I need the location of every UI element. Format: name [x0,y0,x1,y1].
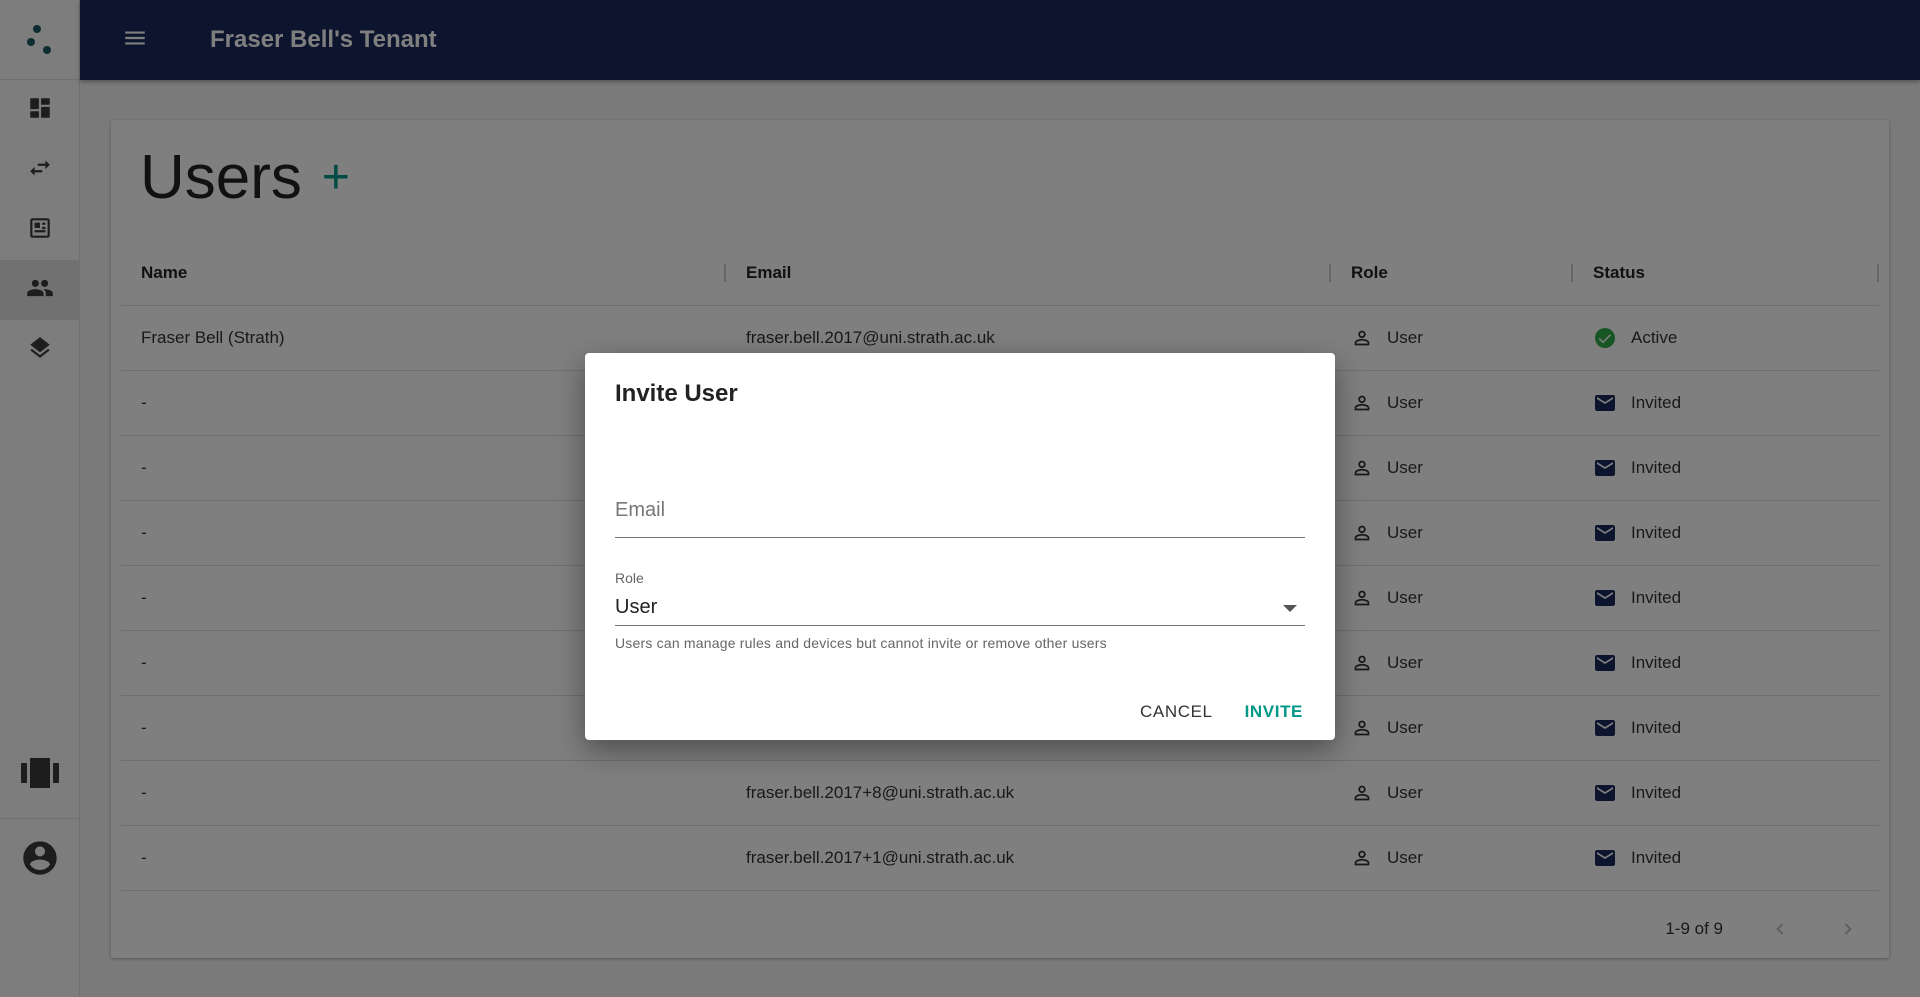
invite-user-dialog: Invite User Role User Users can manage r… [585,353,1335,740]
email-field[interactable] [615,493,1305,538]
role-select-value: User [615,596,658,618]
role-label: Role [615,570,644,586]
role-select[interactable]: User [615,590,1305,626]
invite-button[interactable]: INVITE [1235,696,1313,728]
role-helper-text: Users can manage rules and devices but c… [615,635,1107,651]
dropdown-arrow-icon [1283,596,1297,619]
dialog-actions: CANCEL INVITE [1130,696,1313,728]
email-input[interactable] [615,493,1305,522]
cancel-button[interactable]: CANCEL [1130,696,1223,728]
dialog-title: Invite User [615,380,738,407]
